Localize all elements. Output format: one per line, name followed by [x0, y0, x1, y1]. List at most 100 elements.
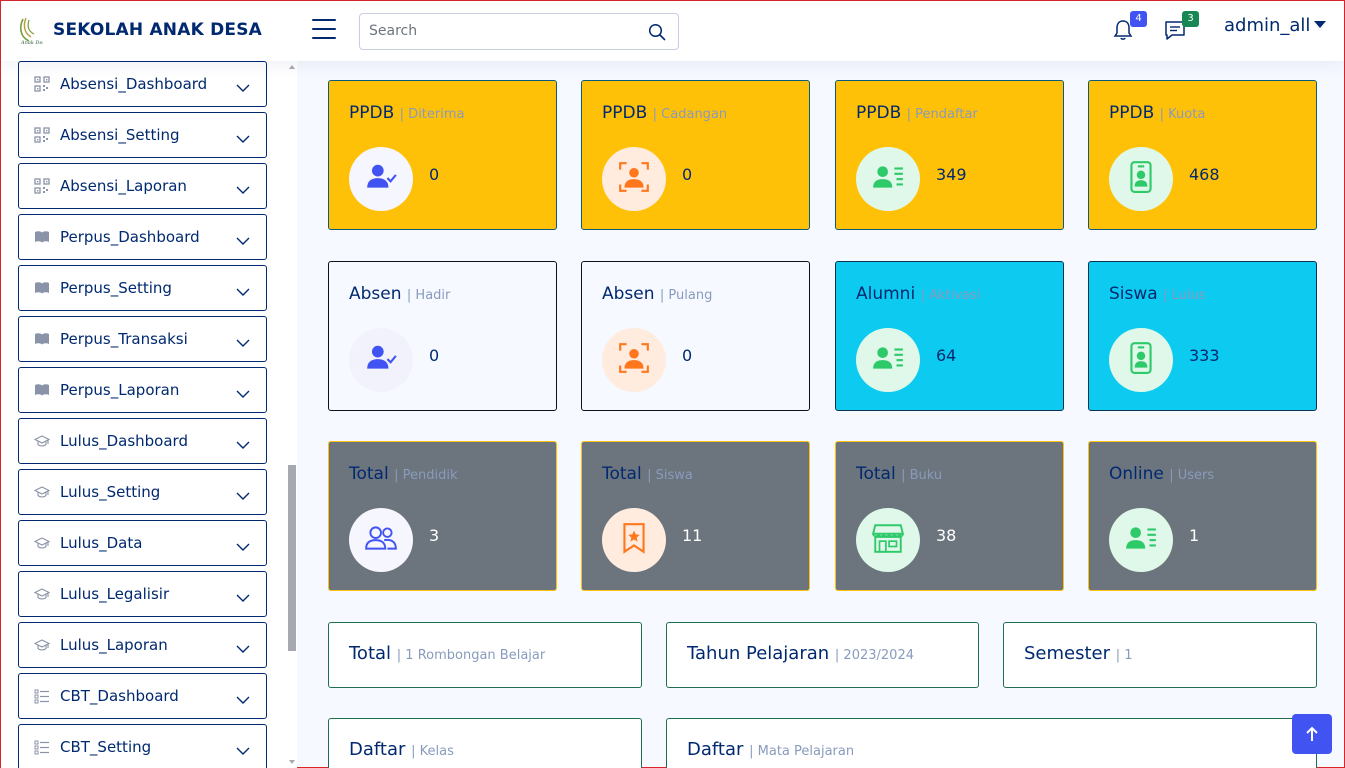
messages-badge: 3: [1182, 11, 1199, 27]
qr-code-icon: [34, 127, 50, 143]
sidebar-item-label: Perpus_Setting: [60, 279, 172, 297]
card-icon-circle: [349, 147, 413, 211]
chevron-down-icon[interactable]: [236, 180, 250, 194]
chevron-down-icon[interactable]: [236, 690, 250, 704]
chevron-down-icon[interactable]: [236, 741, 250, 755]
card-value: 11: [682, 526, 703, 545]
mortarboard-icon: [33, 484, 51, 500]
card-subtitle: | Diterima: [399, 107, 465, 122]
stat-card-siswa-lulus: Siswa | Lulus 333: [1088, 261, 1317, 411]
sidebar-item-perpus-dashboard[interactable]: Perpus_Dashboard: [18, 214, 267, 260]
chevron-down-icon[interactable]: [236, 384, 250, 398]
logo[interactable]: Anak Desa SEKOLAH ANAK DESA: [17, 15, 262, 45]
back-to-top-button[interactable]: [1292, 714, 1332, 754]
sidebar-scrollbar-thumb[interactable]: [288, 465, 296, 651]
chevron-down-icon[interactable]: [236, 129, 250, 143]
info-card-subtitle: | Mata Pelajaran: [749, 744, 855, 759]
list-check-icon: [34, 688, 50, 704]
card-subtitle: | Aktivasi: [920, 288, 981, 303]
chevron-down-icon[interactable]: [236, 333, 250, 347]
sidebar-item-lulus-setting[interactable]: Lulus_Setting: [18, 469, 267, 515]
card-subtitle: | Hadir: [406, 288, 451, 303]
caret-down-icon: [1314, 21, 1327, 28]
people-icon: [364, 521, 398, 559]
chevron-down-icon[interactable]: [236, 435, 250, 449]
menu-toggle-icon[interactable]: [312, 19, 336, 41]
user-dropdown[interactable]: admin_all: [1224, 15, 1327, 36]
sidebar-item-lulus-legalisir[interactable]: Lulus_Legalisir: [18, 571, 267, 617]
chevron-down-icon[interactable]: [236, 78, 250, 92]
sidebar-item-lulus-data[interactable]: Lulus_Data: [18, 520, 267, 566]
chevron-down-icon[interactable]: [236, 537, 250, 551]
card-subtitle: | Siswa: [647, 468, 693, 483]
info-card-title: Semester | 1: [1024, 643, 1133, 664]
search-form: [359, 13, 679, 50]
info-card-tahun-pelajaran: Tahun Pelajaran | 2023/2024: [666, 622, 979, 688]
card-icon-circle: [602, 508, 666, 572]
search-icon[interactable]: [648, 23, 666, 41]
messages-button[interactable]: 3: [1163, 11, 1199, 44]
person-bounding-box-icon: [617, 160, 651, 198]
search-input[interactable]: [369, 23, 629, 39]
chevron-down-icon[interactable]: [236, 231, 250, 245]
chevron-down-icon[interactable]: [236, 282, 250, 296]
card-subtitle: | Lulus: [1163, 288, 1206, 303]
sidebar-item-lulus-laporan[interactable]: Lulus_Laporan: [18, 622, 267, 668]
card-icon-circle: [856, 508, 920, 572]
card-subtitle: | Pulang: [659, 288, 713, 303]
info-card-semester: Semester | 1: [1003, 622, 1317, 688]
card-title: Online | Users: [1109, 464, 1214, 484]
stat-card-online-users: Online | Users 1: [1088, 441, 1317, 591]
card-title: Absen | Hadir: [349, 284, 450, 304]
sidebar-item-cbt-setting[interactable]: CBT_Setting: [18, 724, 267, 768]
sidebar-item-cbt-dashboard[interactable]: CBT_Dashboard: [18, 673, 267, 719]
sidebar-item-perpus-setting[interactable]: Perpus_Setting: [18, 265, 267, 311]
info-card-daftar: Daftar | Kelas: [328, 718, 642, 768]
sidebar-item-absensi-dashboard[interactable]: Absensi_Dashboard: [18, 61, 267, 107]
sidebar-item-label: CBT_Dashboard: [60, 687, 179, 705]
app-name: SEKOLAH ANAK DESA: [53, 20, 263, 40]
card-value: 38: [936, 526, 957, 545]
card-title: PPDB | Cadangan: [602, 103, 727, 123]
sidebar-item-lulus-dashboard[interactable]: Lulus_Dashboard: [18, 418, 267, 464]
info-card-title-main: Daftar: [687, 739, 744, 760]
card-title: Absen | Pulang: [602, 284, 712, 304]
sidebar-item-absensi-laporan[interactable]: Absensi_Laporan: [18, 163, 267, 209]
logo-icon: Anak Desa: [19, 17, 43, 45]
person-bounding-box-icon: [617, 341, 651, 379]
person-lines-icon: [1124, 521, 1158, 559]
person-check-icon: [364, 160, 398, 198]
stat-card-alumni-aktivasi: Alumni | Aktivasi 64: [835, 261, 1064, 411]
info-card-subtitle: | Kelas: [411, 744, 454, 759]
card-title: Total | Buku: [856, 464, 942, 484]
card-title-main: Absen: [349, 284, 402, 304]
card-value: 0: [682, 165, 693, 184]
sidebar-item-perpus-transaksi[interactable]: Perpus_Transaksi: [18, 316, 267, 362]
info-card-title: Daftar | Mata Pelajaran: [687, 739, 854, 760]
scroll-up-arrow-icon[interactable]: [289, 65, 295, 69]
person-lines-icon: [871, 341, 905, 379]
card-icon-circle: [349, 508, 413, 572]
sidebar-item-label: Lulus_Dashboard: [60, 432, 188, 450]
stat-card-total-buku: Total | Buku 38: [835, 441, 1064, 591]
chevron-down-icon[interactable]: [236, 486, 250, 500]
sidebar-scrollbar[interactable]: [288, 65, 296, 768]
sidebar-item-perpus-laporan[interactable]: Perpus_Laporan: [18, 367, 267, 413]
scroll-down-arrow-icon[interactable]: [289, 760, 295, 764]
book-icon: [34, 331, 50, 347]
chevron-down-icon[interactable]: [236, 639, 250, 653]
card-icon-circle: [856, 328, 920, 392]
chevron-down-icon[interactable]: [236, 588, 250, 602]
card-title-main: Online: [1109, 464, 1164, 484]
info-card-title-main: Total: [349, 643, 392, 664]
card-title: PPDB | Kuota: [1109, 103, 1205, 123]
notifications-button[interactable]: 4: [1111, 11, 1147, 44]
info-card-title: Tahun Pelajaran | 2023/2024: [687, 643, 914, 664]
card-title: Siswa | Lulus: [1109, 284, 1206, 304]
card-subtitle: | Kuota: [1159, 107, 1206, 122]
card-subtitle: | Pendaftar: [906, 107, 978, 122]
stat-card-total-pendidik: Total | Pendidik 3: [328, 441, 557, 591]
sidebar-item-absensi-setting[interactable]: Absensi_Setting: [18, 112, 267, 158]
info-card-title-main: Semester: [1024, 643, 1111, 664]
shop-icon: [871, 521, 905, 559]
